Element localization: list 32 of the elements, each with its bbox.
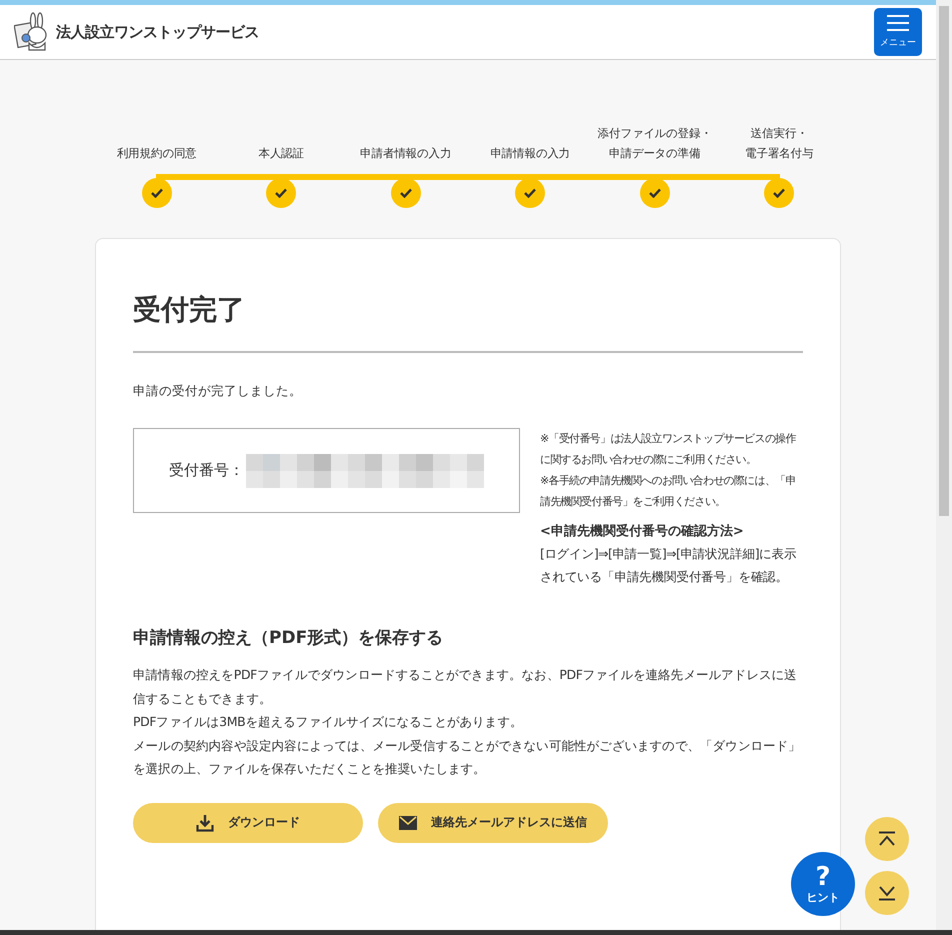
send-email-button[interactable]: 連絡先メールアドレスに送信 — [378, 802, 608, 842]
step-label: 利用規約の同意 — [116, 145, 197, 162]
scroll-bottom-button[interactable] — [865, 871, 909, 915]
chevron-down-icon — [878, 885, 896, 901]
body-text: メールの契約内容や設定内容によっては、メール受信することができない可能性がございますので、「ダウンロード」を選択の上、ファイルを保存いただくことを推奨いたします。 — [133, 736, 802, 778]
scrollbar[interactable] — [936, 0, 952, 930]
page-title: 受付完了 — [133, 291, 803, 353]
step-label: 電子署名付与 — [745, 145, 814, 162]
chevron-up-icon — [878, 831, 896, 847]
body-text: PDFファイルは3MBを超えるファイルサイズになることがあります。 — [133, 713, 524, 731]
step-label: 本人認証 — [258, 145, 304, 162]
note-text: ※各手続の申請先機関へのお問い合わせの際には、「申請先機関受付番号」をご利用ください。 — [540, 473, 797, 510]
step-label: 申請者情報の入力 — [360, 145, 452, 162]
download-icon — [196, 814, 214, 832]
receipt-label: 受付番号： — [169, 461, 244, 480]
download-button[interactable]: ダウンロード — [133, 802, 363, 842]
message-text: 申請の受付が完了しました。 — [133, 383, 303, 400]
scroll-top-button[interactable] — [865, 817, 909, 861]
menu-button[interactable]: メニュー — [874, 8, 922, 56]
step-label: 申請情報の入力 — [490, 145, 570, 162]
note-text: ※「受付番号」は法人設立ワンストップサービスの操作に関するお問い合わせの際にご利用ください。 — [540, 431, 797, 468]
howto-text: [ログイン]⇒[申請一覧]⇒[申請状況詳細]に表示されている「申請先機関受付番号」を確認。 — [540, 545, 798, 586]
question-icon: ? — [815, 864, 831, 890]
step-label: 申請データの準備 — [609, 145, 700, 162]
envelope-icon — [399, 816, 417, 830]
site-title[interactable]: 法人設立ワンストップサービス — [56, 22, 259, 42]
step-label: 添付ファイルの登録・ — [598, 125, 712, 142]
menu-icon — [887, 15, 909, 31]
step-label: 送信実行・ — [750, 125, 808, 142]
section-heading: 申請情報の控え（PDF形式）を保存する — [133, 627, 444, 649]
howto-heading: <申請先機関受付番号の確認方法> — [540, 522, 745, 540]
body-text: 申請情報の控えをPDFファイルでダウンロードすることができます。なお、PDFファイルを連絡先メールアドレスに送信することもできます。 — [133, 666, 798, 708]
